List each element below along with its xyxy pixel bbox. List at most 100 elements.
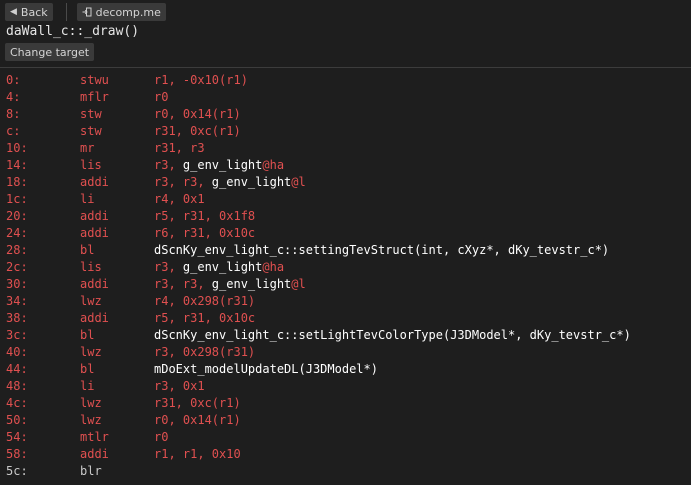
disassembly-listing: 0: stwu r1, -0x10(r1) 4: mflr r0 8: stw r0, 0x14… — [0, 72, 691, 480]
instruction-operands: r3, r3, g_env_light@l — [154, 174, 306, 191]
instruction-mnemonic: mtlr — [80, 430, 109, 444]
instruction-row[interactable]: 54: mtlr r0 — [0, 429, 691, 446]
instruction-address: 24: — [6, 226, 28, 240]
instruction-mnemonic: lwz — [80, 413, 102, 427]
instruction-address: 54: — [6, 430, 28, 444]
operand-symbol: g_env_light — [182, 158, 263, 172]
operand-symbol: dScnKy_env_light_c::setLightTevColorType… — [154, 328, 631, 342]
operand-text: r31, r3 — [154, 141, 205, 155]
instruction-row[interactable]: 40: lwz r3, 0x298(r31) — [0, 344, 691, 361]
instruction-row[interactable]: 44: bl mDoExt_modelUpdateDL(J3DModel*) — [0, 361, 691, 378]
instruction-address: 3c: — [6, 328, 28, 342]
instruction-row[interactable]: 5c: blr — [0, 463, 691, 480]
instruction-row[interactable]: 4: mflr r0 — [0, 89, 691, 106]
instruction-operands: r31, 0xc(r1) — [154, 395, 241, 412]
instruction-address: 10: — [6, 141, 28, 155]
instruction-row[interactable]: 34: lwz r4, 0x298(r31) — [0, 293, 691, 310]
operand-text: r1, -0x10(r1) — [154, 73, 248, 87]
instruction-mnemonic: bl — [80, 243, 95, 257]
instruction-mnemonic: lwz — [80, 345, 102, 359]
instruction-operands: r0, 0x14(r1) — [154, 106, 241, 123]
instruction-operands: r5, r31, 0x1f8 — [154, 208, 255, 225]
instruction-row[interactable]: 58: addi r1, r1, 0x10 — [0, 446, 691, 463]
instruction-row[interactable]: c: stw r31, 0xc(r1) — [0, 123, 691, 140]
instruction-address: 50: — [6, 413, 28, 427]
instruction-mnemonic: bl — [80, 362, 95, 376]
instruction-address: 48: — [6, 379, 28, 393]
operand-symbol: g_env_light — [182, 260, 263, 274]
instruction-operands: r3, 0x1 — [154, 378, 205, 395]
instruction-operands: r0 — [154, 89, 168, 106]
operand-text: r6, r31, 0x10c — [154, 226, 256, 240]
instruction-row[interactable]: 1c: li r4, 0x1 — [0, 191, 691, 208]
operand-text: r31, 0xc(r1) — [154, 396, 241, 410]
instruction-address: 0: — [6, 73, 21, 87]
instruction-operands: dScnKy_env_light_c::setLightTevColorType… — [154, 327, 631, 344]
instruction-row[interactable]: 10: mr r31, r3 — [0, 140, 691, 157]
instruction-address: 40: — [6, 345, 28, 359]
instruction-address: 58: — [6, 447, 28, 461]
operand-text: r5, r31, 0x10c — [154, 311, 256, 325]
instruction-row[interactable]: 2c: lis r3, g_env_light@ha — [0, 259, 691, 276]
instruction-address: 4c: — [6, 396, 28, 410]
operand-symbol: g_env_light — [211, 277, 292, 291]
operand-text: r0, 0x14(r1) — [154, 413, 241, 427]
instruction-operands: r3, r3, g_env_light@l — [154, 276, 306, 293]
header-divider — [0, 67, 691, 68]
instruction-row[interactable]: 50: lwz r0, 0x14(r1) — [0, 412, 691, 429]
instruction-address: 44: — [6, 362, 28, 376]
back-button[interactable]: ◀ Back — [5, 3, 53, 21]
instruction-row[interactable]: 0: stwu r1, -0x10(r1) — [0, 72, 691, 89]
instruction-address: 2c: — [6, 260, 28, 274]
open-in-icon — [82, 7, 92, 17]
instruction-operands: mDoExt_modelUpdateDL(J3DModel*) — [154, 361, 378, 378]
operand-text: r3, r3, — [154, 277, 212, 291]
instruction-operands: r31, r3 — [154, 140, 205, 157]
decomp-me-button[interactable]: decomp.me — [76, 3, 166, 21]
instruction-address: 28: — [6, 243, 28, 257]
instruction-operands: dScnKy_env_light_c::settingTevStruct(int… — [154, 242, 609, 259]
operand-relocation: @l — [291, 175, 306, 189]
instruction-row[interactable]: 48: li r3, 0x1 — [0, 378, 691, 395]
instruction-row[interactable]: 3c: bl dScnKy_env_light_c::setLightTevColo… — [0, 327, 691, 344]
instruction-address: 18: — [6, 175, 28, 189]
instruction-row[interactable]: 20: addi r5, r31, 0x1f8 — [0, 208, 691, 225]
instruction-address: 38: — [6, 311, 28, 325]
instruction-mnemonic: addi — [80, 311, 109, 325]
instruction-address: 20: — [6, 209, 28, 223]
triangle-left-icon: ◀ — [10, 7, 17, 17]
instruction-row[interactable]: 38: addi r5, r31, 0x10c — [0, 310, 691, 327]
operand-text: r0 — [154, 430, 169, 444]
instruction-mnemonic: addi — [80, 226, 109, 240]
instruction-mnemonic: blr — [80, 464, 102, 478]
instruction-row[interactable]: 8: stw r0, 0x14(r1) — [0, 106, 691, 123]
operand-text: r3, 0x1 — [154, 379, 205, 393]
operand-text: r1, r1, 0x10 — [154, 447, 241, 461]
operand-symbol: dScnKy_env_light_c::settingTevStruct(int… — [154, 243, 610, 257]
operand-text: r5, r31, 0x1f8 — [154, 209, 256, 223]
instruction-mnemonic: addi — [80, 209, 109, 223]
instruction-row[interactable]: 18: addi r3, r3, g_env_light@l — [0, 174, 691, 191]
instruction-address: 5c: — [6, 464, 28, 478]
instruction-row[interactable]: 24: addi r6, r31, 0x10c — [0, 225, 691, 242]
operand-relocation: @ha — [262, 260, 285, 274]
instruction-row[interactable]: 14: lis r3, g_env_light@ha — [0, 157, 691, 174]
instruction-address: 14: — [6, 158, 28, 172]
instruction-address: c: — [6, 124, 21, 138]
instruction-mnemonic: mflr — [80, 90, 109, 104]
instruction-operands: r0, 0x14(r1) — [154, 412, 241, 429]
instruction-operands: r31, 0xc(r1) — [154, 123, 241, 140]
instruction-mnemonic: bl — [80, 328, 95, 342]
instruction-row[interactable]: 30: addi r3, r3, g_env_light@l — [0, 276, 691, 293]
instruction-mnemonic: addi — [80, 277, 109, 291]
operand-relocation: @l — [291, 277, 306, 291]
instruction-row[interactable]: 28: bl dScnKy_env_light_c::settingTevStruc… — [0, 242, 691, 259]
instruction-row[interactable]: 4c: lwz r31, 0xc(r1) — [0, 395, 691, 412]
change-target-button[interactable]: Change target — [5, 43, 95, 61]
instruction-mnemonic: lis — [80, 158, 102, 172]
instruction-address: 34: — [6, 294, 28, 308]
instruction-mnemonic: stw — [80, 124, 102, 138]
operand-symbol: mDoExt_modelUpdateDL(J3DModel*) — [154, 362, 378, 376]
instruction-address: 1c: — [6, 192, 28, 206]
operand-text: r31, 0xc(r1) — [154, 124, 241, 138]
